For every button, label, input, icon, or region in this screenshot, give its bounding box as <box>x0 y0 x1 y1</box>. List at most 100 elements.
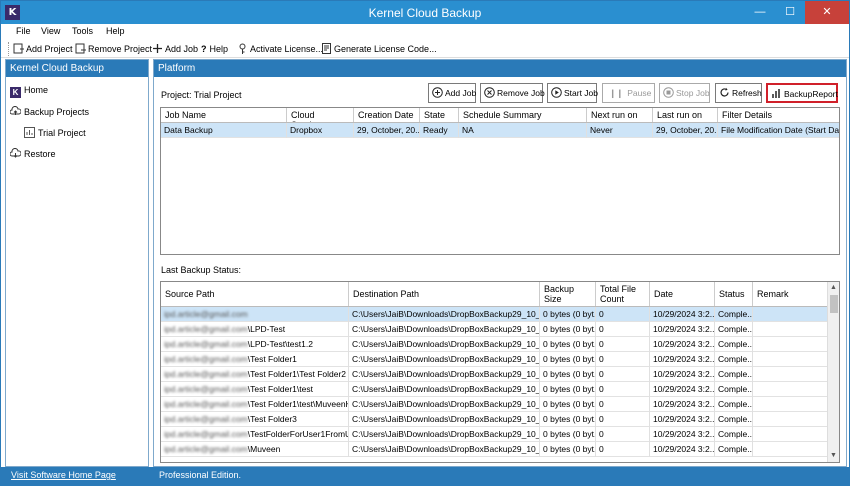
status-table-row[interactable]: ipd.article@gmail.com\Test Folder1\test\… <box>161 397 829 412</box>
remark-cell <box>753 412 829 427</box>
remove-job-button[interactable]: Remove Job <box>480 83 545 103</box>
menu-help[interactable]: Help <box>106 26 125 36</box>
status-col-destination-path[interactable]: Destination Path <box>349 282 540 306</box>
tree-item-backup-projects[interactable]: Backup Projects <box>10 106 89 117</box>
maximize-button[interactable]: ☐ <box>775 1 805 24</box>
status-col-remark[interactable]: Remark <box>753 282 829 306</box>
status-table-row[interactable]: ipd.article@gmail.com\TestFolderForUser1… <box>161 427 829 442</box>
cloud-download-icon <box>10 148 21 158</box>
pause-icon: ❙❙ <box>609 88 624 98</box>
redacted-email: ipd.article@gmail.com <box>164 399 248 409</box>
remove-job-label: Remove Job <box>497 88 545 98</box>
status-table-row[interactable]: ipd.article@gmail.com\LPD-Test\test1.2 C:… <box>161 337 829 352</box>
jobs-table: Job Name Cloud Services Creation Date St… <box>160 107 840 255</box>
jobs-table-row[interactable]: Data Backup Dropbox 29, October, 20... R… <box>161 123 839 138</box>
jobs-col-schedule-summary[interactable]: Schedule Summary <box>459 108 587 122</box>
redacted-email: ipd.article@gmail.com <box>164 324 248 334</box>
redacted-email: ipd.article@gmail.com <box>164 339 248 349</box>
jobs-col-state[interactable]: State <box>420 108 459 122</box>
jobs-col-next-run[interactable]: Next run on <box>587 108 653 122</box>
status-col-source-path[interactable]: Source Path <box>161 282 349 306</box>
menu-view[interactable]: View <box>41 26 60 36</box>
status-table-row[interactable]: ipd.article@gmail.com\Test Folder1 C:\Use… <box>161 352 829 367</box>
job-name-cell: Data Backup <box>161 123 287 138</box>
scroll-up-arrow-icon[interactable]: ▲ <box>828 282 839 294</box>
status-table-row[interactable]: ipd.article@gmail.com\Test Folder1\test C… <box>161 382 829 397</box>
activate-license-label: Activate License... <box>250 44 324 54</box>
tree-item-home-label: Home <box>24 85 49 95</box>
status-cell: Comple... <box>715 427 753 442</box>
jobs-col-creation-date[interactable]: Creation Date <box>354 108 420 122</box>
generate-license-button[interactable]: Generate License Code... <box>321 42 437 56</box>
start-job-label: Start Job <box>564 88 599 98</box>
help-button[interactable]: ? Help <box>201 42 228 56</box>
jobs-col-job-name[interactable]: Job Name <box>161 108 287 122</box>
jobs-col-filter-details[interactable]: Filter Details <box>718 108 839 122</box>
title-bar[interactable]: K Kernel Cloud Backup — ☐ ✕ <box>1 1 849 24</box>
status-table-scrollbar[interactable]: ▲ ▼ <box>827 282 839 462</box>
activate-license-button[interactable]: Activate License... <box>237 42 323 56</box>
add-circle-icon <box>432 87 443 98</box>
status-table-header: Source Path Destination Path Backup Size… <box>161 282 829 307</box>
add-job-button[interactable]: Add Job <box>428 83 476 103</box>
jobs-col-cloud-services[interactable]: Cloud Services <box>287 108 354 122</box>
tree-item-home[interactable]: K Home <box>10 85 48 98</box>
remove-project-button[interactable]: Remove Project <box>75 42 152 56</box>
status-table-row[interactable]: ipd.article@gmail.com\Test Folder1\Test … <box>161 367 829 382</box>
remark-cell <box>753 442 829 457</box>
redacted-email: ipd.article@gmail.com <box>164 369 248 379</box>
edition-label: Professional Edition. <box>159 470 242 480</box>
count-cell: 0 <box>596 397 650 412</box>
date-cell: 10/29/2024 3:2... <box>650 442 715 457</box>
date-cell: 10/29/2024 3:2... <box>650 307 715 322</box>
size-cell: 0 bytes (0 byt... <box>540 307 596 322</box>
scroll-down-arrow-icon[interactable]: ▼ <box>828 450 839 462</box>
date-cell: 10/29/2024 3:2... <box>650 337 715 352</box>
visit-home-page-link[interactable]: Visit Software Home Page <box>11 470 116 480</box>
size-cell: 0 bytes (0 byt... <box>540 382 596 397</box>
date-cell: 10/29/2024 3:2... <box>650 427 715 442</box>
status-table-row[interactable]: ipd.article@gmail.com\LPD-Test C:\Users\J… <box>161 322 829 337</box>
status-col-date[interactable]: Date <box>650 282 715 306</box>
add-job-toolbar-button[interactable]: Add Job <box>152 42 198 56</box>
tree-item-restore-label: Restore <box>24 149 56 159</box>
menu-file[interactable]: File <box>16 26 31 36</box>
status-cell: Comple... <box>715 367 753 382</box>
add-project-button[interactable]: Add Project <box>13 42 73 56</box>
remark-cell <box>753 367 829 382</box>
close-button[interactable]: ✕ <box>805 1 849 24</box>
count-cell: 0 <box>596 352 650 367</box>
source-path-suffix: \LPD-Test <box>247 324 286 334</box>
stop-job-button[interactable]: Stop Job <box>659 83 710 103</box>
redacted-email: ipd.article@gmail.com <box>164 414 248 424</box>
jobs-col-last-run[interactable]: Last run on <box>653 108 718 122</box>
refresh-button[interactable]: Refresh <box>715 83 762 103</box>
tree-item-restore[interactable]: Restore <box>10 148 56 159</box>
navigation-panel-header: Kernel Cloud Backup <box>6 60 148 77</box>
add-job-label: Add Job <box>445 88 477 98</box>
status-col-backup-size[interactable]: Backup Size <box>540 282 596 306</box>
menu-tools[interactable]: Tools <box>72 26 93 36</box>
status-table-row[interactable]: ipd.article@gmail.com\Test Folder3 C:\Use… <box>161 412 829 427</box>
scrollbar-thumb[interactable] <box>830 295 838 313</box>
backup-report-button[interactable]: BackupReport <box>766 83 838 103</box>
status-cell: Comple... <box>715 382 753 397</box>
state-cell: Ready <box>420 123 459 138</box>
status-table-row[interactable]: ipd.article@gmail.com C:\Users\JaiB\Downl… <box>161 307 829 322</box>
add-project-icon <box>13 43 24 54</box>
status-col-status[interactable]: Status <box>715 282 753 306</box>
tree-item-trial-project[interactable]: Trial Project <box>24 127 86 138</box>
size-cell: 0 bytes (0 byt... <box>540 367 596 382</box>
status-col-total-file-count[interactable]: Total File Count <box>596 282 650 306</box>
source-path-cell: ipd.article@gmail.com\LPD-Test\test1.2 <box>161 337 349 352</box>
minimize-button[interactable]: — <box>745 1 775 24</box>
size-cell: 0 bytes (0 byt... <box>540 322 596 337</box>
pause-button[interactable]: ❙❙ Pause <box>602 83 655 103</box>
last-run-cell: 29, October, 20... <box>653 123 718 138</box>
source-path-suffix: \Test Folder1\test <box>247 384 313 394</box>
source-path-cell: ipd.article@gmail.com\Test Folder3 <box>161 412 349 427</box>
start-job-button[interactable]: Start Job <box>547 83 599 103</box>
tree-item-trial-project-label: Trial Project <box>38 128 86 138</box>
source-path-cell: ipd.article@gmail.com <box>161 307 349 322</box>
status-table-row[interactable]: ipd.article@gmail.com\Muveen C:\Users\Jai… <box>161 442 829 457</box>
